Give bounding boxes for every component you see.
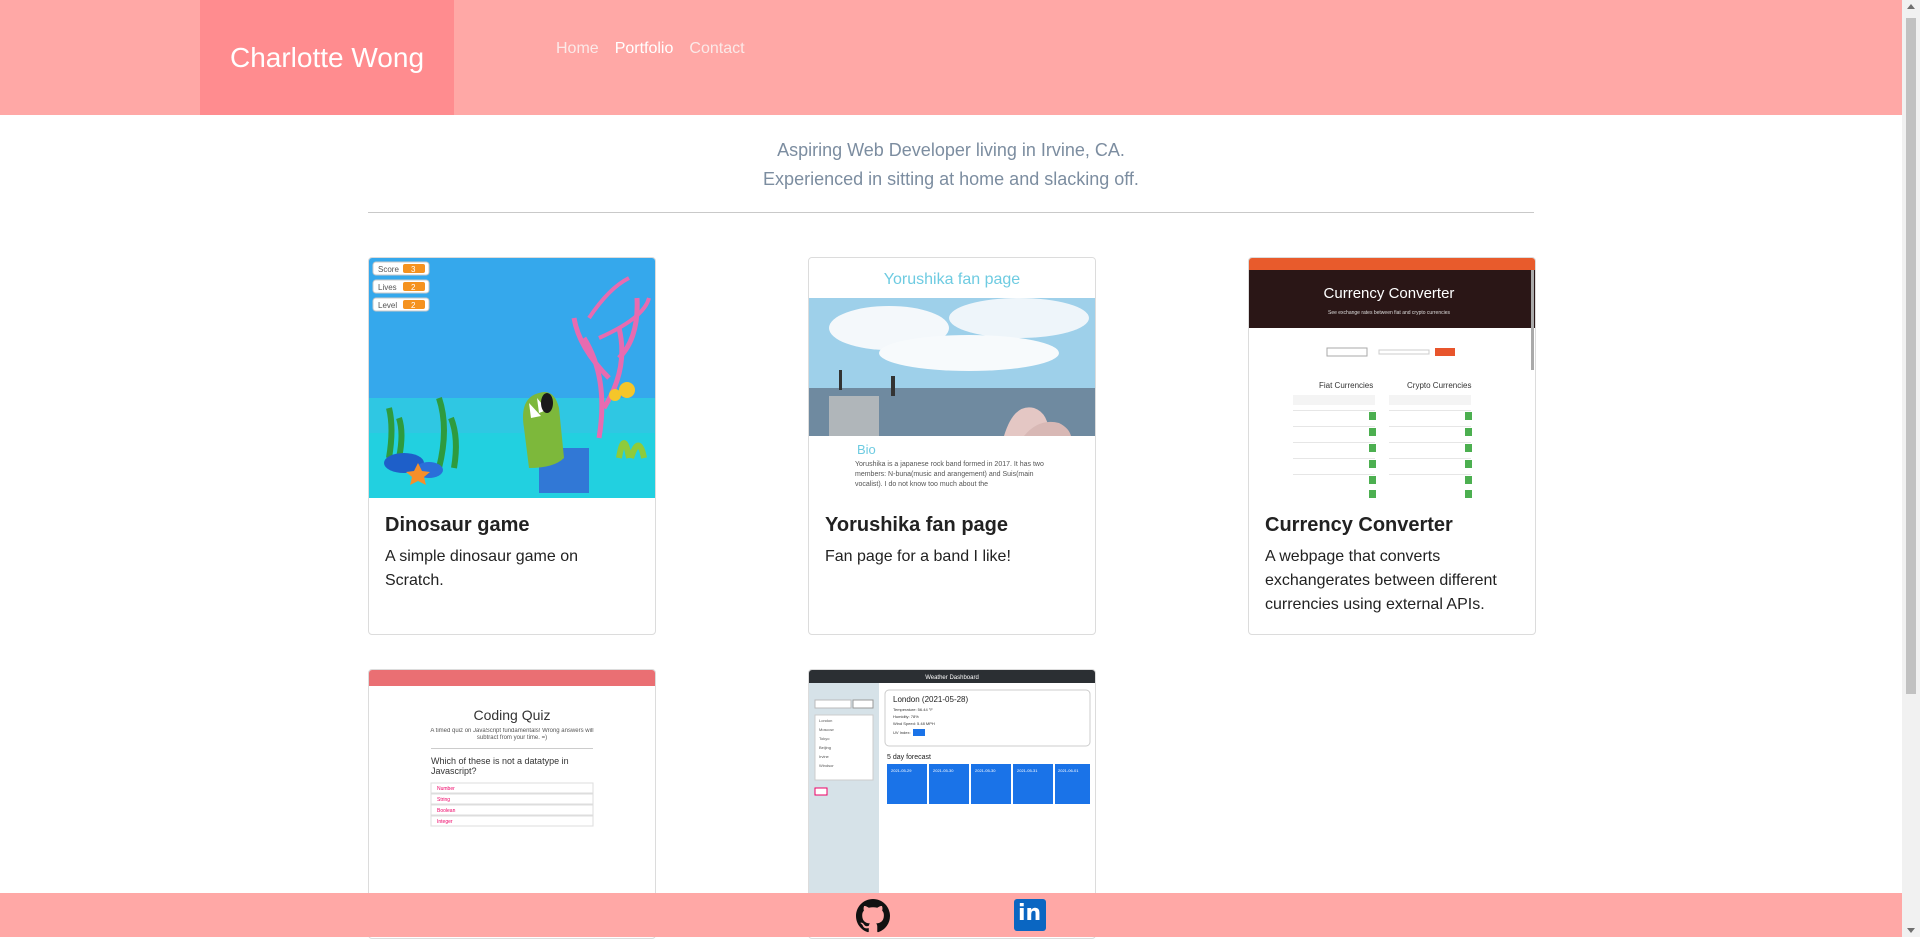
intro: Aspiring Web Developer living in Irvine,… [368, 136, 1534, 194]
weather-city: London (2021-05-28) [893, 695, 969, 704]
forecast-day-4: 2021-05-31 [1017, 768, 1038, 773]
city-3: Tokyo [819, 736, 830, 741]
dinosaur-scene-image: Score Lives Level 3 2 2 [369, 258, 655, 498]
nav-portfolio[interactable]: Portfolio [615, 40, 674, 58]
scroll-up-arrow-icon[interactable] [1907, 4, 1915, 9]
forecast-day-2: 2021-05-30 [933, 768, 954, 773]
intro-line-1: Aspiring Web Developer living in Irvine,… [777, 140, 1125, 160]
answer-3: Boolean [437, 808, 456, 814]
coding-quiz-image: Coding Quiz A timed quiz on JavaScript f… [369, 670, 655, 910]
forecast-heading: 5 day forecast [887, 754, 931, 761]
project-thumbnail[interactable]: Yorushika fan page Bio Yorushika is a ja… [809, 258, 1095, 498]
project-thumbnail[interactable]: Currency Converter See exchange rates be… [1249, 258, 1535, 498]
level-label: Level [378, 301, 397, 310]
score-label: Score [378, 265, 399, 274]
linkedin-icon: in [1018, 901, 1042, 926]
project-thumbnail[interactable]: Coding Quiz A timed quiz on JavaScript f… [369, 670, 655, 910]
card-text: Fan page for a band I like! [825, 548, 1011, 565]
github-icon [856, 899, 890, 933]
score-value: 3 [411, 265, 416, 274]
header: Charlotte Wong Home Portfolio Contact [0, 0, 1902, 115]
crypto-heading: Crypto Currencies [1407, 381, 1471, 390]
project-card-yorushika[interactable]: Yorushika fan page Bio Yorushika is a ja… [808, 257, 1096, 635]
footer: in [0, 893, 1902, 937]
city-5: Irvine [819, 754, 830, 759]
lives-label: Lives [378, 283, 397, 292]
github-link[interactable] [856, 899, 890, 933]
weather-wind: Wind Speed: 5.48 MPH [893, 721, 935, 726]
card-text: A simple dinosaur game on Scratch. [385, 548, 578, 589]
nav-contact[interactable]: Contact [689, 40, 744, 58]
card-body: Dinosaur game A simple dinosaur game on … [385, 514, 641, 593]
forecast-day-5: 2021-06-01 [1058, 768, 1079, 773]
thumb-heading: Yorushika fan page [884, 271, 1021, 288]
divider [368, 212, 1534, 213]
card-title: Currency Converter [1265, 514, 1453, 536]
card-text: A webpage that converts exchangerates be… [1265, 548, 1497, 613]
lives-value: 2 [411, 283, 416, 292]
answer-2: String [437, 797, 450, 803]
bio-title: Bio [857, 442, 876, 457]
scroll-down-arrow-icon[interactable] [1907, 928, 1915, 933]
answer-1: Number [437, 786, 455, 792]
card-body: Yorushika fan page Fan page for a band I… [825, 514, 1081, 569]
thumb-heading: Coding Quiz [473, 707, 550, 723]
yorushika-page-image: Yorushika fan page Bio Yorushika is a ja… [809, 258, 1095, 498]
city-6: Windsor [819, 763, 834, 768]
nav-home[interactable]: Home [556, 40, 599, 58]
card-body: Currency Converter A webpage that conver… [1265, 514, 1521, 617]
level-value: 2 [411, 301, 416, 310]
project-thumbnail[interactable]: Weather Dashboard London Moscow Tokyo Be… [809, 670, 1095, 910]
card-title: Yorushika fan page [825, 514, 1009, 536]
currency-page-image: Currency Converter See exchange rates be… [1249, 258, 1535, 498]
project-card-dinosaur[interactable]: Score Lives Level 3 2 2 Dinosaur game A … [368, 257, 656, 635]
page-scrollbar[interactable] [1902, 0, 1920, 937]
weather-humidity: Humidity: 78% [893, 714, 919, 719]
weather-dashboard-image: Weather Dashboard London Moscow Tokyo Be… [809, 670, 1095, 910]
main-nav: Home Portfolio Contact [556, 40, 745, 58]
intro-line-2: Experienced in sitting at home and slack… [763, 169, 1139, 189]
weather-temp: Temperature: 56.44 °F [893, 707, 933, 712]
linkedin-link[interactable]: in [1014, 899, 1046, 931]
city-2: Moscow [819, 727, 834, 732]
forecast-day-3: 2021-05-30 [975, 768, 996, 773]
weather-uv: UV Index: [893, 730, 911, 735]
quiz-question: Which of these is not a datatype in Java… [431, 756, 569, 776]
thumb-bar-title: Weather Dashboard [925, 675, 979, 681]
city-1: London [819, 718, 832, 723]
thumb-sub: A timed quiz on JavaScript fundamentals!… [430, 728, 594, 741]
bio-text: Yorushika is a japanese rock band formed… [855, 461, 1044, 488]
thumb-sub: See exchange rates between fiat and cryp… [1328, 310, 1451, 316]
city-4: Beijing [819, 745, 831, 750]
brand-name[interactable]: Charlotte Wong [200, 0, 454, 115]
card-title: Dinosaur game [385, 514, 530, 536]
thumb-heading: Currency Converter [1324, 285, 1455, 302]
project-thumbnail[interactable]: Score Lives Level 3 2 2 [369, 258, 655, 498]
project-card-currency[interactable]: Currency Converter See exchange rates be… [1248, 257, 1536, 635]
forecast-day-1: 2021-05-29 [891, 768, 912, 773]
fiat-heading: Fiat Currencies [1319, 381, 1373, 390]
scroll-thumb[interactable] [1906, 18, 1916, 694]
answer-4: Integer [437, 819, 453, 825]
